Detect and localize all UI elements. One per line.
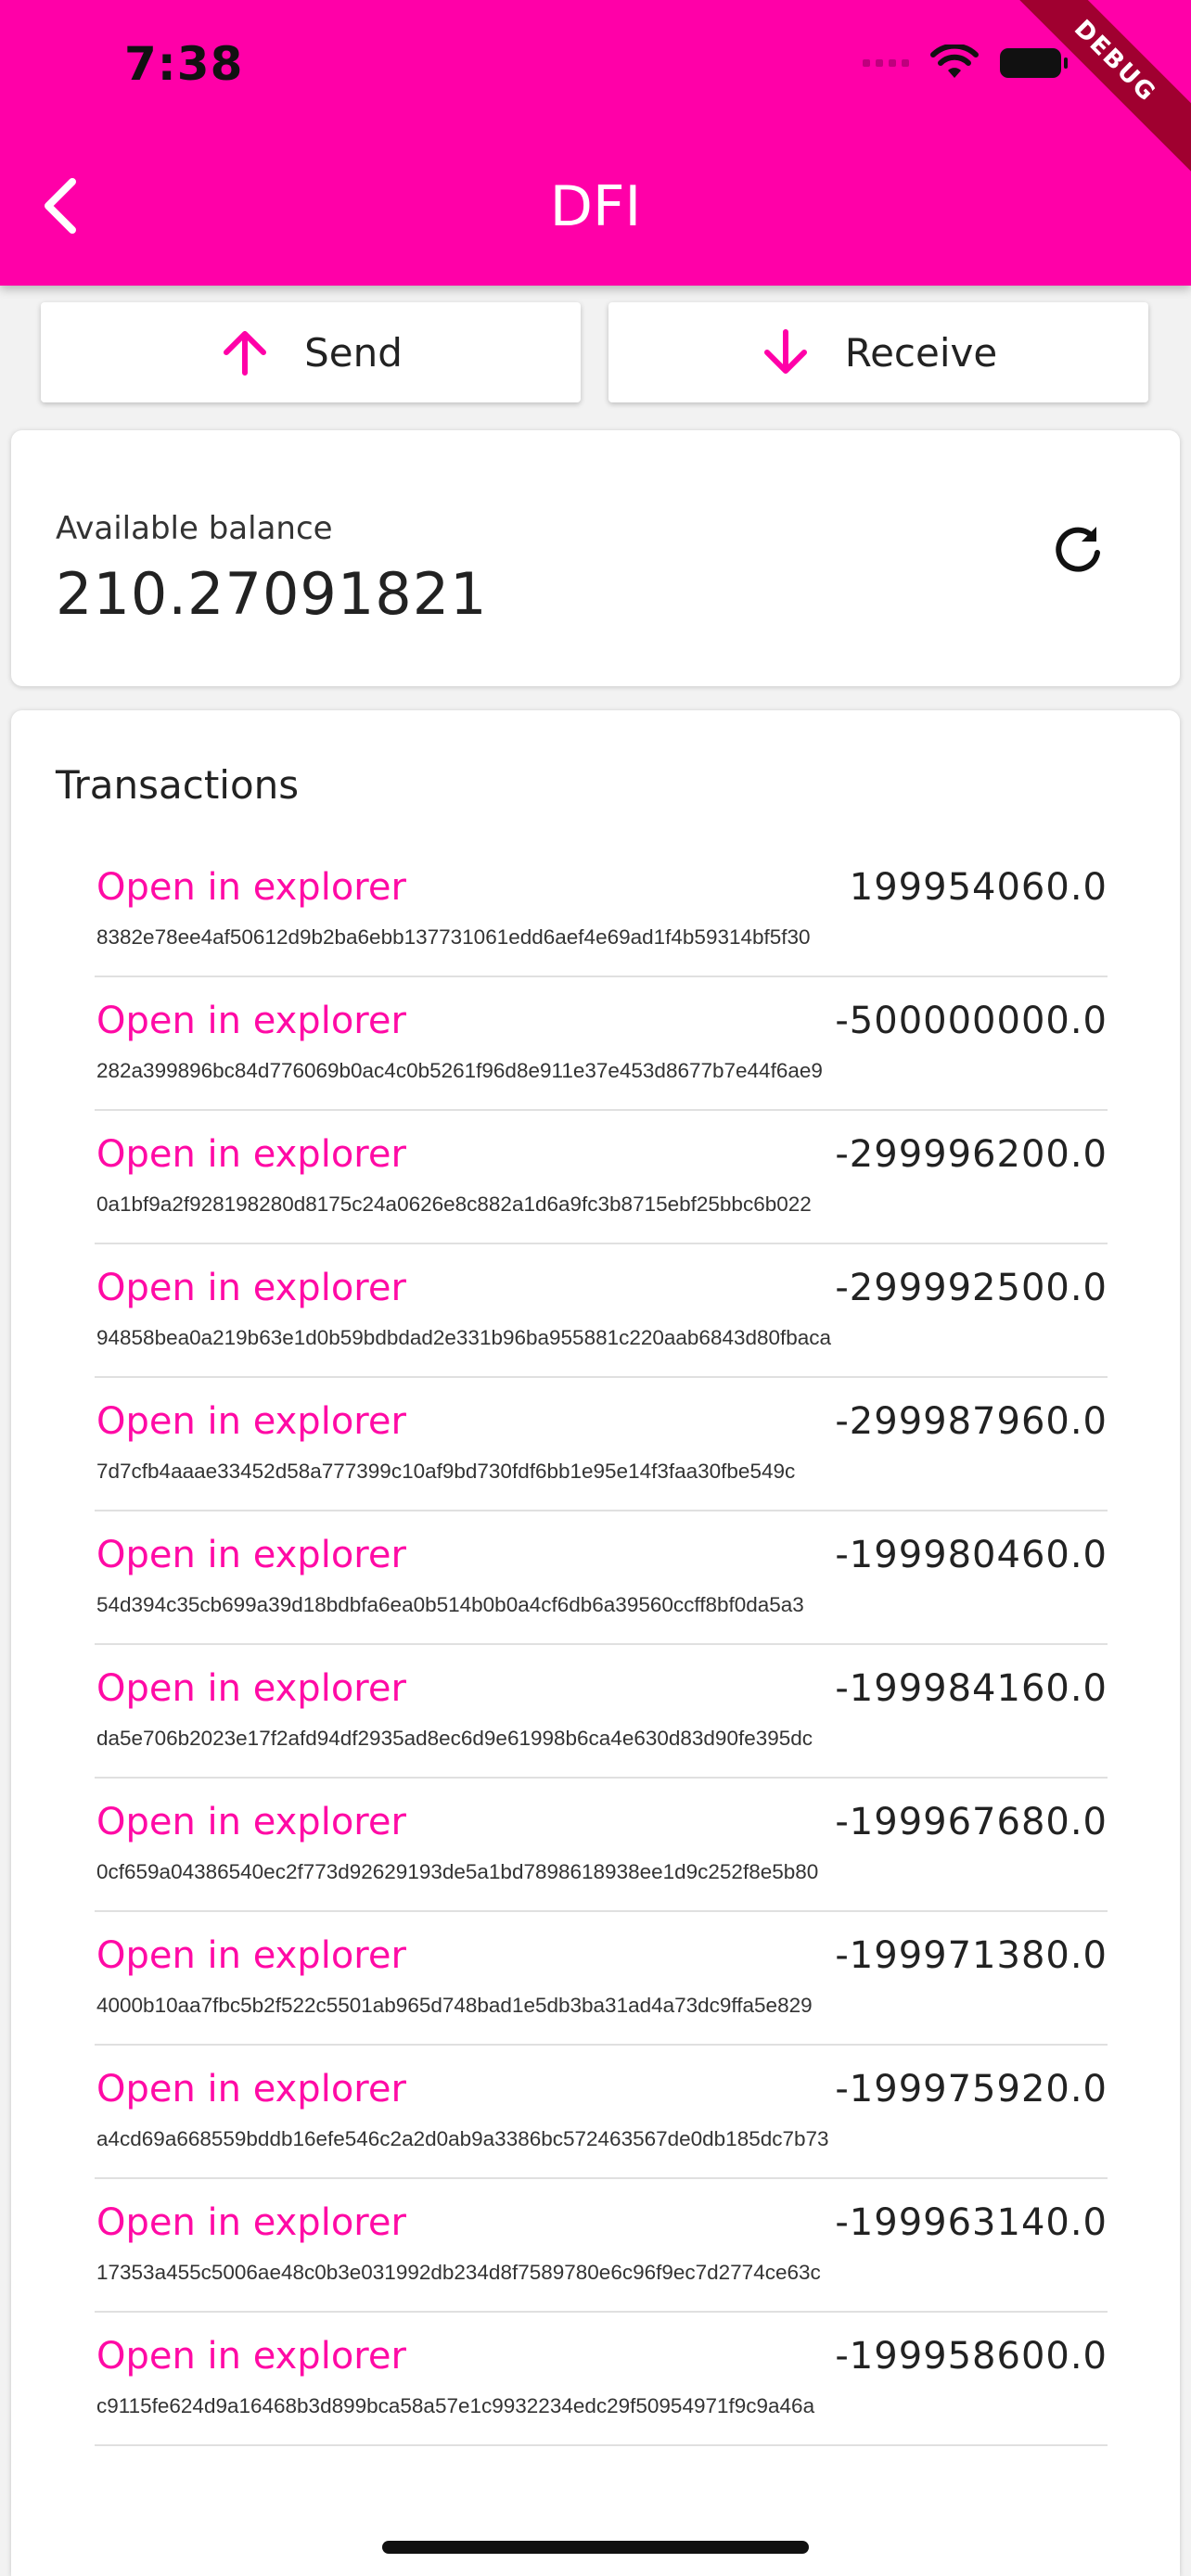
- transaction-amount: -299992500.0: [835, 1267, 1108, 1309]
- transaction-amount: -500000000.0: [835, 1000, 1108, 1042]
- arrow-up-icon: [224, 331, 267, 376]
- battery-icon: [1000, 48, 1068, 78]
- transactions-heading: Transactions: [56, 762, 300, 808]
- open-in-explorer-link[interactable]: Open in explorer: [96, 1400, 406, 1443]
- open-in-explorer-link[interactable]: Open in explorer: [96, 866, 406, 909]
- transaction-hash: da5e706b2023e17f2afd94df2935ad8ec6d9e619…: [96, 1727, 813, 1750]
- transaction-hash: 94858bea0a219b63e1d0b59bdbdad2e331b96ba9…: [96, 1326, 832, 1349]
- transaction-row: Open in explorer -199984160.0 da5e706b2023…: [95, 1645, 1108, 1779]
- transaction-amount: -199984160.0: [835, 1667, 1108, 1710]
- transaction-amount: -299987960.0: [835, 1400, 1108, 1443]
- refresh-icon: [1056, 527, 1100, 572]
- transaction-row: Open in explorer -299996200.0 0a1bf9a2f928…: [95, 1111, 1108, 1244]
- transaction-hash: c9115fe624d9a16468b3d899bca58a57e1c99322…: [96, 2394, 815, 2417]
- signal-icon: [863, 59, 909, 67]
- status-time: 7:38: [124, 37, 244, 91]
- app-bar: 7:38 DEBUG DFI: [0, 0, 1191, 286]
- open-in-explorer-link[interactable]: Open in explorer: [96, 1801, 406, 1843]
- balance-value: 210.27091821: [56, 560, 488, 628]
- transaction-amount: -199967680.0: [835, 1801, 1108, 1843]
- transaction-amount: -199963140.0: [835, 2201, 1108, 2244]
- transaction-hash: 282a399896bc84d776069b0ac4c0b5261f96d8e9…: [96, 1059, 823, 1082]
- open-in-explorer-link[interactable]: Open in explorer: [96, 2201, 406, 2244]
- transaction-hash: 0cf659a04386540ec2f773d92629193de5a1bd78…: [96, 1860, 819, 1883]
- transaction-row: Open in explorer -299987960.0 7d7cfb4aaae3…: [95, 1378, 1108, 1511]
- page-title: DFI: [549, 174, 642, 239]
- transaction-amount: 199954060.0: [849, 866, 1108, 909]
- transactions-list: Open in explorer 199954060.0 8382e78ee4af5…: [95, 844, 1108, 2446]
- transaction-row: Open in explorer 199954060.0 8382e78ee4af5…: [95, 844, 1108, 977]
- transaction-amount: -199958600.0: [835, 2335, 1108, 2378]
- transaction-row: Open in explorer -199975920.0 a4cd69a66855…: [95, 2046, 1108, 2179]
- transaction-row: Open in explorer -199963140.0 17353a455c50…: [95, 2179, 1108, 2313]
- debug-banner: DEBUG: [992, 0, 1191, 184]
- transaction-amount: -199980460.0: [835, 1534, 1108, 1576]
- open-in-explorer-link[interactable]: Open in explorer: [96, 1534, 406, 1576]
- transaction-hash: 17353a455c5006ae48c0b3e031992db234d8f758…: [96, 2261, 821, 2284]
- transaction-amount: -199975920.0: [835, 2068, 1108, 2111]
- status-icons: [863, 45, 1068, 82]
- send-label: Send: [304, 329, 403, 376]
- open-in-explorer-link[interactable]: Open in explorer: [96, 2068, 406, 2111]
- receive-button[interactable]: Receive: [608, 302, 1148, 402]
- open-in-explorer-link[interactable]: Open in explorer: [96, 1133, 406, 1176]
- transaction-row: Open in explorer -299992500.0 94858bea0a21…: [95, 1244, 1108, 1378]
- open-in-explorer-link[interactable]: Open in explorer: [96, 1934, 406, 1977]
- transaction-row: Open in explorer -199971380.0 4000b10aa7fb…: [95, 1912, 1108, 2046]
- arrow-down-icon: [763, 329, 807, 374]
- refresh-button[interactable]: [1041, 512, 1115, 586]
- transaction-hash: 7d7cfb4aaae33452d58a777399c10af9bd730fdf…: [96, 1460, 796, 1483]
- home-indicator[interactable]: [382, 2541, 809, 2554]
- transaction-amount: -199971380.0: [835, 1934, 1108, 1977]
- receive-label: Receive: [844, 329, 998, 376]
- open-in-explorer-link[interactable]: Open in explorer: [96, 1000, 406, 1042]
- transactions-card: Transactions Open in explorer 199954060.0…: [11, 710, 1180, 2576]
- transaction-row: Open in explorer -500000000.0 282a399896bc…: [95, 977, 1108, 1111]
- transaction-hash: 0a1bf9a2f928198280d8175c24a0626e8c882a1d…: [96, 1192, 812, 1216]
- transaction-row: Open in explorer -199980460.0 54d394c35cb6…: [95, 1511, 1108, 1645]
- transaction-row: Open in explorer -199967680.0 0cf659a04386…: [95, 1779, 1108, 1912]
- wifi-icon: [930, 45, 979, 78]
- open-in-explorer-link[interactable]: Open in explorer: [96, 2335, 406, 2378]
- transaction-amount: -299996200.0: [835, 1133, 1108, 1176]
- transaction-hash: a4cd69a668559bddb16efe546c2a2d0ab9a3386b…: [96, 2127, 829, 2150]
- transaction-hash: 54d394c35cb699a39d18bdbfa6ea0b514b0b0a4c…: [96, 1593, 804, 1616]
- transaction-row: Open in explorer -199958600.0 c9115fe624d9…: [95, 2313, 1108, 2446]
- transaction-hash: 4000b10aa7fbc5b2f522c5501ab965d748bad1e5…: [96, 1994, 813, 2017]
- open-in-explorer-link[interactable]: Open in explorer: [96, 1667, 406, 1710]
- transaction-hash: 8382e78ee4af50612d9b2ba6ebb137731061edd6…: [96, 925, 811, 949]
- send-button[interactable]: Send: [41, 302, 581, 402]
- open-in-explorer-link[interactable]: Open in explorer: [96, 1267, 406, 1309]
- balance-label: Available balance: [56, 510, 333, 547]
- balance-card: Available balance 210.27091821: [11, 430, 1180, 686]
